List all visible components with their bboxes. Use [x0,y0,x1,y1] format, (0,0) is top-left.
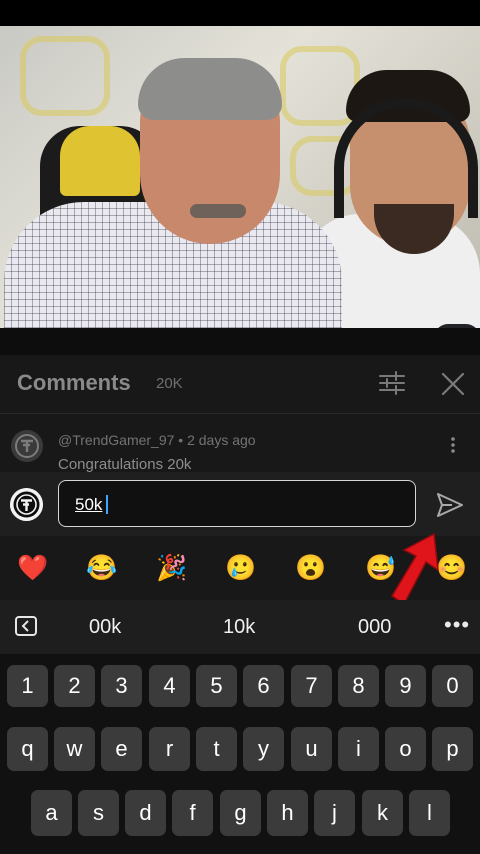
comment-input[interactable]: 50k [58,480,416,527]
suggestion-2[interactable]: 10k [223,616,255,639]
key[interactable]: r [149,727,190,771]
key[interactable]: k [362,790,403,836]
suggestion-1[interactable]: 00k [89,616,121,639]
key[interactable]: g [220,790,261,836]
red-arrow-annotation [390,532,439,606]
key[interactable]: s [78,790,119,836]
key[interactable]: 3 [101,665,142,707]
key[interactable]: a [31,790,72,836]
divider [0,413,480,414]
key[interactable]: e [101,727,142,771]
key[interactable]: p [432,727,473,771]
keyboard-collapse-icon[interactable] [15,616,37,636]
comments-count: 20K [156,375,183,392]
emoji-laughing[interactable]: 😂 [86,553,117,583]
key[interactable]: 4 [149,665,190,707]
comments-panel: Comments 20K @TrendGamer_97 • 2 days ago… [0,355,480,473]
key[interactable]: 0 [432,665,473,707]
key[interactable]: h [267,790,308,836]
gaming-chair-accent [60,126,140,196]
video-player[interactable] [0,26,480,328]
text-caret [106,495,108,514]
emoji-smile[interactable]: 😊 [436,553,467,583]
key[interactable]: 2 [54,665,95,707]
key[interactable]: u [291,727,332,771]
key[interactable]: 9 [385,665,426,707]
comment-input-value: 50k [75,495,103,514]
emoji-holding-tears[interactable]: 🥲 [225,553,256,583]
key[interactable]: 6 [243,665,284,707]
key[interactable]: o [385,727,426,771]
key[interactable]: 7 [291,665,332,707]
person-left-mustache [190,204,246,218]
key[interactable]: y [243,727,284,771]
keyboard-suggestion-bar: 00k 10k 000 ••• [0,600,480,654]
key[interactable]: d [125,790,166,836]
key[interactable]: l [409,790,450,836]
emoji-party[interactable]: 🎉 [156,553,187,583]
send-icon[interactable] [434,490,466,520]
close-icon[interactable] [438,369,468,399]
comment-author[interactable]: @TrendGamer_97 • 2 days ago [58,432,256,448]
key[interactable]: 1 [7,665,48,707]
key[interactable]: w [54,727,95,771]
more-vertical-icon[interactable] [445,435,461,455]
commenter-avatar[interactable] [11,430,43,462]
status-bar [0,0,480,26]
emoji-surprised[interactable]: 😮 [295,553,326,583]
suggestion-3[interactable]: 000 [358,616,391,639]
key[interactable]: t [196,727,237,771]
key[interactable]: i [338,727,379,771]
key[interactable]: 5 [196,665,237,707]
player-gap [0,328,480,355]
more-horizontal-icon[interactable]: ••• [444,612,470,638]
sort-filter-icon[interactable] [378,369,406,397]
comment-composer: 50k [0,472,480,536]
user-avatar[interactable] [10,488,43,521]
emoji-heart[interactable]: ❤️ [17,553,48,583]
key[interactable]: j [314,790,355,836]
comments-title: Comments [17,370,131,395]
key[interactable]: f [172,790,213,836]
person-left-hair [138,58,282,120]
key[interactable]: q [7,727,48,771]
key[interactable]: 8 [338,665,379,707]
on-screen-keyboard: 1 2 3 4 5 6 7 8 9 0 q w e r t y u i o p … [0,654,480,854]
comment-text: Congratulations 20k [58,456,192,473]
background-pattern [20,36,110,116]
